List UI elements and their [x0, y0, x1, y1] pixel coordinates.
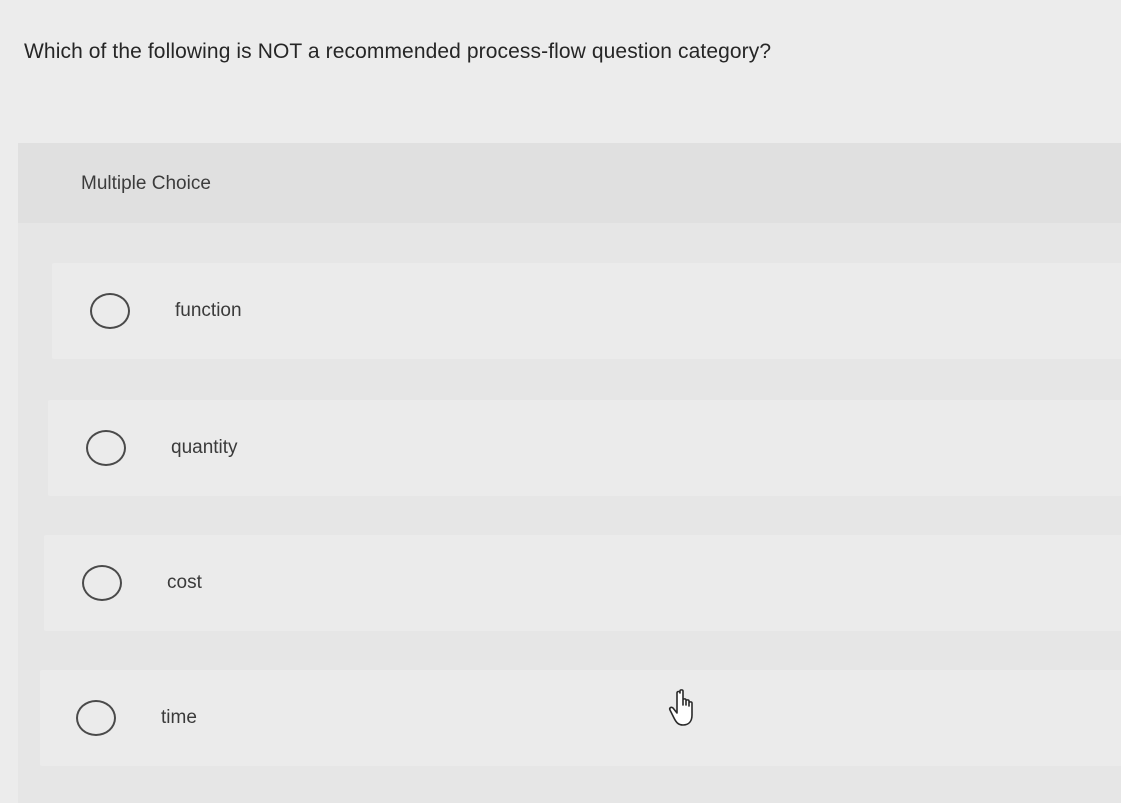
hand-pointer-icon [668, 689, 693, 726]
option-cost[interactable]: cost [44, 535, 1121, 631]
radio-button[interactable] [90, 293, 130, 329]
option-label: function [175, 300, 242, 321]
option-quantity[interactable]: quantity [48, 400, 1121, 496]
option-label: quantity [171, 437, 238, 458]
radio-button[interactable] [82, 565, 122, 601]
radio-button[interactable] [86, 430, 126, 466]
option-label: time [161, 707, 197, 728]
radio-button[interactable] [76, 700, 116, 736]
option-function[interactable]: function [52, 263, 1121, 359]
question-text: Which of the following is NOT a recommen… [24, 40, 772, 63]
panel-title: Multiple Choice [81, 173, 211, 194]
option-label: cost [167, 572, 202, 593]
option-time[interactable]: time [40, 670, 1121, 766]
panel-header: Multiple Choice [18, 143, 1121, 223]
